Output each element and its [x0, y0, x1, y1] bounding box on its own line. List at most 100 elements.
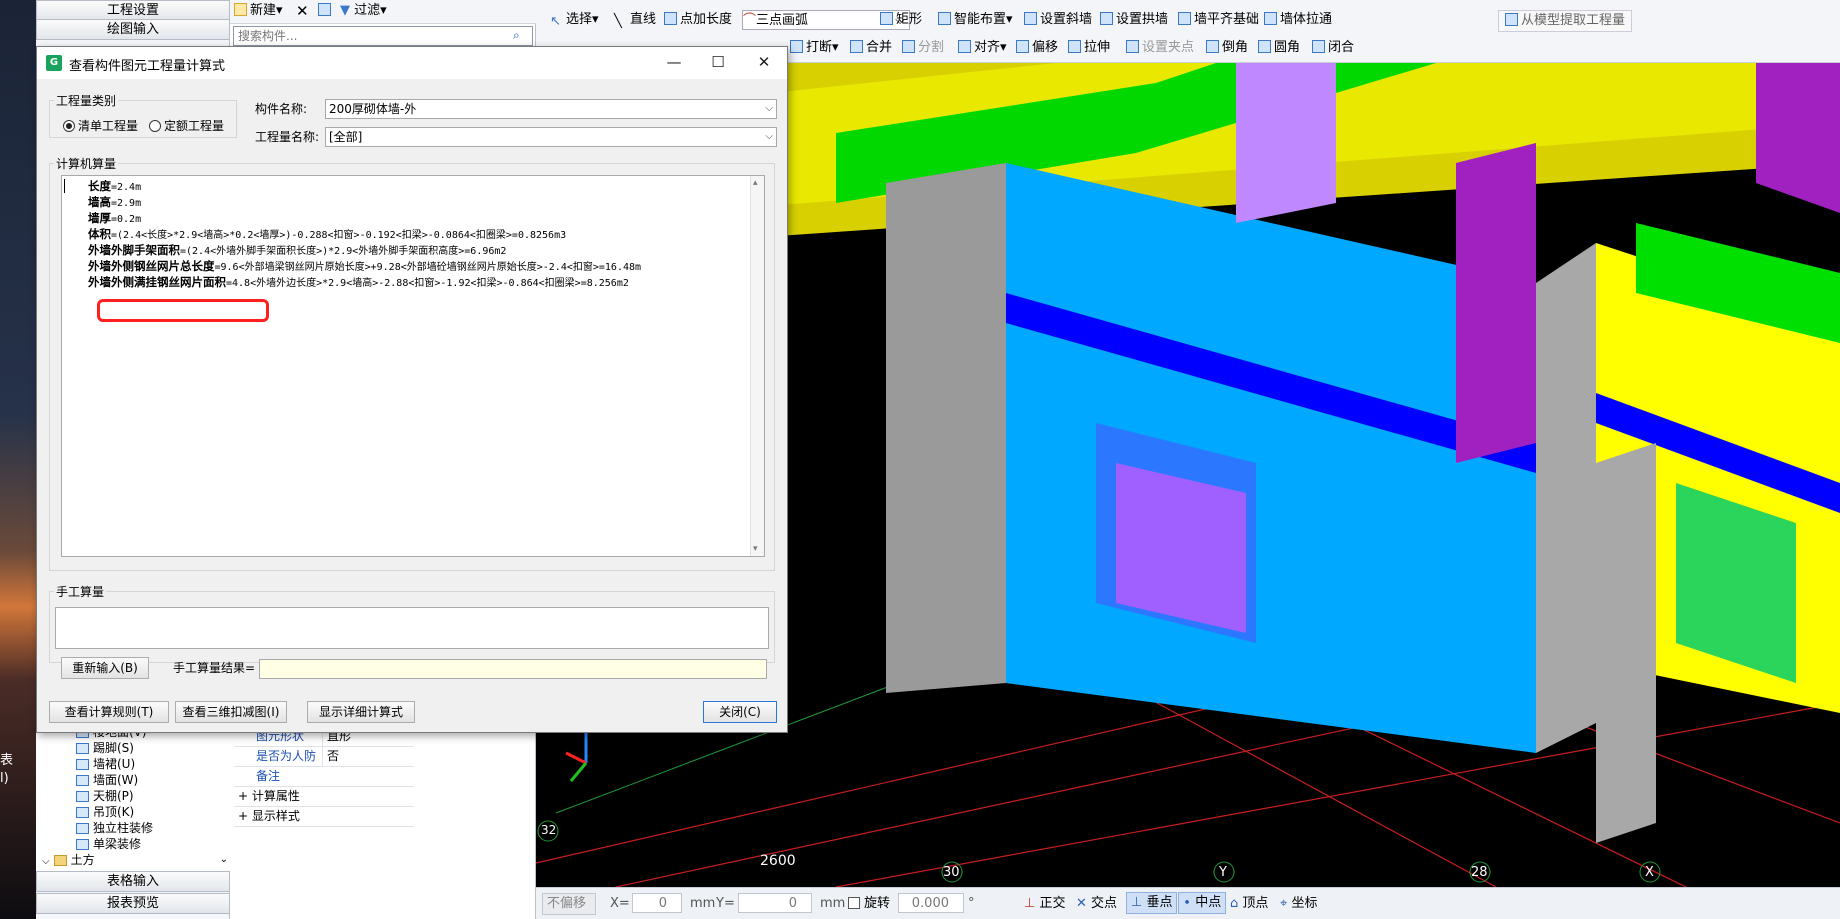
grip-icon: [1126, 40, 1139, 53]
property-row[interactable]: 备注: [234, 767, 414, 787]
close-icon[interactable]: ✕: [749, 51, 779, 75]
smart-place-button[interactable]: 智能布置▾: [938, 10, 1013, 30]
view-rules-button[interactable]: 查看计算规则(T): [49, 701, 169, 723]
align-foundation-button[interactable]: 墙平齐基础: [1178, 10, 1259, 30]
vertex-icon: ⌂: [1230, 896, 1239, 911]
view-3d-deduction-button[interactable]: 查看三维扣减图(I): [175, 701, 287, 723]
bill-quantity-radio[interactable]: 清单工程量: [63, 116, 138, 136]
text-cursor: [64, 179, 65, 193]
chevron-down-icon: ⌵: [42, 856, 50, 867]
desktop-text-line: l): [0, 771, 9, 786]
nav-project-settings[interactable]: 工程设置: [36, 0, 230, 21]
tree-item-label: 吊顶(K): [93, 805, 135, 819]
break-button[interactable]: 打断▾: [790, 38, 839, 58]
scroll-down-icon[interactable]: ⌄: [220, 854, 228, 865]
formula-name: 长度: [88, 179, 111, 193]
ortho-label: 正交: [1039, 896, 1066, 911]
dialog-titlebar[interactable]: G 查看构件图元工程量计算式 — ☐ ✕: [37, 47, 787, 79]
stretch-button[interactable]: 拉伸: [1068, 38, 1110, 58]
align-button[interactable]: 对齐▾: [958, 38, 1007, 58]
scroll-up-icon[interactable]: ▴: [753, 178, 758, 188]
manual-formula-input[interactable]: [55, 607, 769, 649]
property-row[interactable]: 是否为人防否: [234, 747, 414, 767]
filter-label: 过滤: [354, 3, 381, 18]
manual-result-field: [259, 659, 767, 679]
vertical-scrollbar[interactable]: ▴ ▾: [750, 176, 764, 556]
formula-text-area[interactable]: 长度=2.4m 墙高=2.9m 墙厚=0.2m 体积=(2.4<长度>*2.9<…: [61, 175, 765, 557]
offset-combo[interactable]: 不偏移: [542, 893, 596, 915]
formula-line: 墙高=2.9m: [88, 195, 141, 211]
scroll-down-icon[interactable]: ▾: [753, 544, 758, 554]
line-button[interactable]: ╲ 直线: [614, 10, 656, 30]
quantity-name-select[interactable]: [全部] ⌵: [325, 127, 777, 147]
nav-drawing-input[interactable]: 绘图输入: [36, 19, 230, 40]
tree-item[interactable]: 单梁装修: [76, 836, 141, 852]
set-grip-button[interactable]: 设置夹点: [1126, 38, 1194, 58]
chamfer-button[interactable]: 倒角: [1206, 38, 1248, 58]
formula-name: 墙高: [88, 195, 111, 209]
arch-wall-button[interactable]: 设置拱墙: [1100, 10, 1168, 30]
search-icon[interactable]: ⌕: [513, 28, 520, 43]
column-finish-icon: [76, 823, 89, 834]
delete-icon[interactable]: ✕: [296, 1, 309, 21]
quota-quantity-radio[interactable]: 定额工程量: [149, 116, 224, 136]
maximize-icon[interactable]: ☐: [703, 51, 733, 75]
align-foundation-label: 墙平齐基础: [1194, 12, 1260, 27]
tree-item[interactable]: 墙面(W): [76, 772, 138, 788]
property-group-display[interactable]: + 显示样式: [234, 807, 414, 827]
tree-item[interactable]: 墙裙(U): [76, 756, 135, 772]
x-label: X=: [610, 896, 630, 911]
status-bar: 不偏移 X= 0 mm Y= 0 mm 旋转 0.000 ° ⊥ 正交 ✕ 交点…: [536, 887, 1840, 919]
midpoint-label: 中点: [1195, 895, 1222, 910]
new-button[interactable]: 新建▾: [234, 1, 283, 21]
search-input[interactable]: 搜索构件...: [233, 26, 533, 46]
split-button[interactable]: 分割: [902, 38, 944, 58]
vertex-snap[interactable]: ⌂ 顶点: [1230, 894, 1268, 914]
slant-wall-button[interactable]: 设置斜墙: [1024, 10, 1092, 30]
ortho-toggle[interactable]: ⊥ 正交: [1024, 894, 1065, 914]
intersection-snap[interactable]: ✕ 交点: [1076, 894, 1117, 914]
axis-label: 32: [541, 823, 557, 837]
offset-button[interactable]: 偏移: [1016, 38, 1058, 58]
formula-name: 墙厚: [88, 211, 111, 225]
property-group-calc[interactable]: + 计算属性: [234, 787, 414, 807]
x-input[interactable]: 0: [632, 893, 682, 913]
perpendicular-snap[interactable]: ⊥ 垂点: [1126, 892, 1178, 914]
filter-button[interactable]: ▼ 过滤▾: [340, 1, 387, 21]
nav-table-input[interactable]: 表格输入: [36, 871, 230, 892]
tree-item[interactable]: 踢脚(S): [76, 740, 134, 756]
rotate-input[interactable]: 0.000: [898, 893, 964, 913]
rotate-checkbox[interactable]: 旋转: [848, 894, 890, 914]
close-button[interactable]: 关闭(C): [703, 701, 777, 723]
point-length-button[interactable]: 点加长度: [664, 10, 732, 30]
formula-line: 外墙外侧满挂钢丝网片面积=4.8<外墙外边长度>*2.9<墙高>-2.88<扣窗…: [88, 275, 629, 291]
slant-wall-label: 设置斜墙: [1040, 12, 1093, 27]
tree-item[interactable]: 吊顶(K): [76, 804, 134, 820]
tree-item[interactable]: 独立柱装修: [76, 820, 153, 836]
wall-face-icon: [76, 775, 89, 786]
wall-extend-button[interactable]: 墙体拉通: [1264, 10, 1332, 30]
formula-line: 外墙外侧钢丝网片总长度=9.6<外部墙梁钢丝网片原始长度>+9.28<外部墙砼墙…: [88, 259, 641, 275]
tree-group-earthwork[interactable]: ⌵ 土方: [42, 852, 95, 868]
copy-icon[interactable]: [318, 1, 334, 21]
property-key: + 显示样式: [238, 809, 300, 823]
chevron-down-icon: ⌵: [765, 103, 773, 114]
checkbox-icon: [848, 897, 860, 909]
y-input[interactable]: 0: [738, 893, 812, 913]
tree-item[interactable]: 天棚(P): [76, 788, 134, 804]
component-name-select[interactable]: 200厚砌体墙-外 ⌵: [325, 99, 777, 119]
merge-button[interactable]: 合并: [850, 38, 892, 58]
extract-quantity-button[interactable]: 从模型提取工程量: [1498, 10, 1633, 32]
close-shape-button[interactable]: 闭合: [1312, 38, 1354, 58]
reenter-button[interactable]: 重新输入(B): [61, 657, 149, 679]
coordinate-snap[interactable]: ⌖ 坐标: [1280, 894, 1317, 914]
nav-report-preview[interactable]: 报表预览: [36, 893, 230, 914]
rectangle-button[interactable]: 矩形: [880, 10, 922, 30]
minimize-icon[interactable]: —: [659, 51, 689, 75]
show-detail-formula-button[interactable]: 显示详细计算式: [307, 701, 415, 723]
fillet-button[interactable]: 圆角: [1258, 38, 1300, 58]
formula-line: 墙厚=0.2m: [88, 211, 141, 227]
select-button[interactable]: ↖ 选择▾: [550, 10, 599, 30]
intersection-label: 交点: [1091, 896, 1118, 911]
midpoint-snap[interactable]: ∙ 中点: [1178, 892, 1227, 914]
